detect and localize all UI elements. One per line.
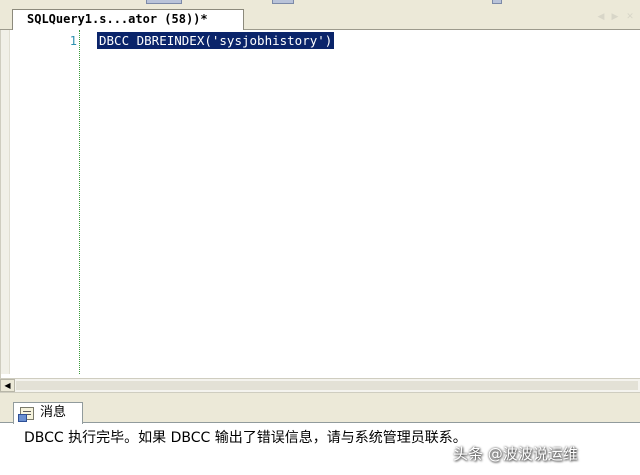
close-tab-icon[interactable]: ✕ xyxy=(623,11,637,23)
arrow-left-icon[interactable]: ◀ xyxy=(0,379,15,392)
messages-tab-label: 消息 xyxy=(40,405,67,420)
pane-splitter[interactable] xyxy=(0,393,640,401)
toolbar-button-fragment[interactable] xyxy=(146,0,182,4)
line-number: 1 xyxy=(69,34,77,48)
query-editor[interactable]: 1 DBCC DBREINDEX('sysjobhistory') xyxy=(0,30,640,378)
tab-scroll-right-icon[interactable]: ▶ xyxy=(608,11,622,23)
selection-margin[interactable] xyxy=(1,30,10,374)
document-tab-strip: SQLQuery1.s...ator (58))* ◀ ▶ ✕ xyxy=(0,0,640,30)
query-document-tab-label: SQLQuery1.s...ator (58))* xyxy=(27,12,208,26)
selected-code-line[interactable]: DBCC DBREINDEX('sysjobhistory') xyxy=(97,32,335,49)
toolbar-button-fragment[interactable] xyxy=(492,0,502,4)
editor-gutter: 1 xyxy=(1,30,81,374)
watermark: 头条 @波波说运维 xyxy=(453,445,578,463)
toolbar-edge xyxy=(0,0,640,4)
messages-icon xyxy=(18,407,34,422)
message-text: DBCC 执行完毕。如果 DBCC 输出了错误信息，请与系统管理员联系。 xyxy=(24,430,467,446)
query-document-tab[interactable]: SQLQuery1.s...ator (58))* xyxy=(12,9,244,30)
results-tab-bar: 消息 xyxy=(0,401,640,424)
messages-tab[interactable]: 消息 xyxy=(13,402,83,424)
tab-scroll-left-icon[interactable]: ◀ xyxy=(594,11,608,23)
toolbar-button-fragment[interactable] xyxy=(272,0,294,4)
horizontal-scrollbar[interactable]: ◀ xyxy=(0,378,640,393)
scrollbar-track[interactable] xyxy=(16,381,638,390)
outline-margin xyxy=(79,30,80,374)
